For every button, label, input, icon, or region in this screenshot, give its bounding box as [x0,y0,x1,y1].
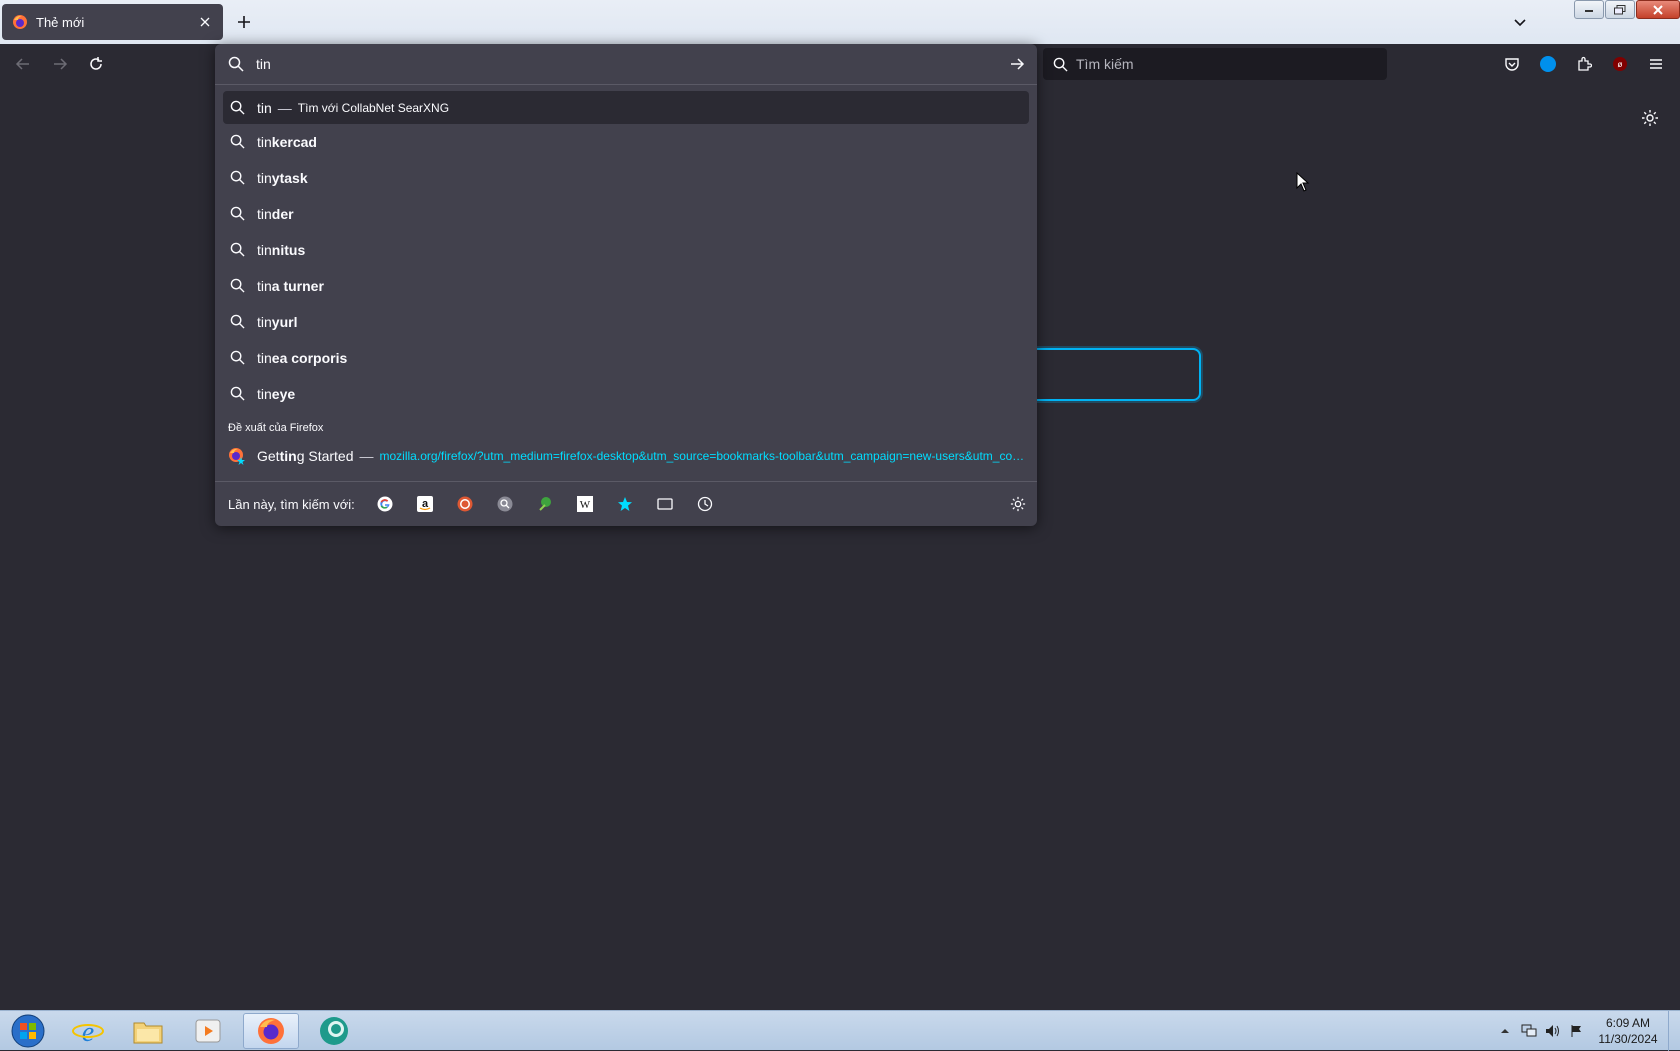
start-button[interactable] [6,1013,50,1049]
divider [215,84,1037,85]
network-icon[interactable] [1520,1022,1538,1040]
search-with-engine-row[interactable]: tin — Tìm với CollabNet SearXNG [223,91,1029,124]
system-tray [1496,1011,1592,1051]
amazon-icon[interactable]: a [413,492,437,516]
search-placeholder: Tìm kiếm [1076,56,1134,72]
search-icon [228,133,246,151]
svg-text:a: a [422,498,429,510]
suggestion-row[interactable]: tineye [223,377,1029,410]
wikipedia-icon[interactable]: W [573,492,597,516]
volume-icon[interactable] [1544,1022,1562,1040]
search-icon [228,349,246,367]
firefox-taskbar-icon[interactable] [243,1013,299,1049]
action-center-flag-icon[interactable] [1568,1022,1586,1040]
close-window-button[interactable] [1636,0,1680,19]
show-desktop-button[interactable] [1668,1011,1680,1051]
account-icon[interactable] [1534,50,1562,78]
search-icon [228,241,246,259]
firefox-suggest-label: Đề xuất của Firefox [228,422,324,434]
suggestion-row[interactable]: tinnitus [223,233,1029,266]
suggestion-text: tinder [257,205,294,222]
history-icon[interactable] [693,492,717,516]
forward-button[interactable] [46,50,74,78]
go-arrow-icon[interactable] [1003,50,1031,78]
tabs-icon[interactable] [653,492,677,516]
tab-title: Thẻ mới [36,14,85,30]
suggest-url: mozilla.org/firefox/?utm_medium=firefox-… [379,448,1029,463]
taskbar: e 6:09 AM 11/30/2024 [0,1010,1680,1051]
file-explorer-icon[interactable] [120,1013,176,1049]
one-off-label: Lần này, tìm kiếm với: [228,496,355,512]
duckduckgo-icon[interactable] [453,492,477,516]
search-icon [228,205,246,223]
suggestion-row[interactable]: tinytask [223,161,1029,194]
suggest-dash: — [359,447,374,464]
search-icon [228,313,246,331]
bookmarks-icon[interactable] [613,492,637,516]
firefox-icon [228,447,246,465]
internet-explorer-icon[interactable]: e [60,1013,116,1049]
clock[interactable]: 6:09 AM 11/30/2024 [1592,1015,1664,1047]
mouse-cursor-icon [1296,172,1310,192]
hamburger-menu-icon[interactable] [1642,50,1670,78]
url-input[interactable]: tin [215,44,1037,84]
searxng-icon[interactable] [493,492,517,516]
suggestion-text: tina turner [257,277,324,294]
url-input-value: tin [256,56,271,72]
suggestion-row[interactable]: tinkercad [223,125,1029,158]
suggestion-text: tineye [257,385,296,402]
page-settings-icon[interactable] [1636,104,1664,132]
search-icon [228,277,246,295]
search-bar[interactable]: Tìm kiếm [1043,48,1387,80]
tab-new-tab[interactable]: Thẻ mới [2,4,223,40]
url-bar-dropdown: tin tin — Tìm với CollabNet SearXNG tink… [215,44,1037,526]
ublock-icon[interactable]: ø [1606,50,1634,78]
suggestion-row[interactable]: tinder [223,197,1029,230]
new-tab-button[interactable] [230,8,258,36]
suggestion-row[interactable]: tina turner [223,269,1029,302]
extensions-icon[interactable] [1570,50,1598,78]
svg-text:e: e [82,1017,94,1047]
window-controls [1573,0,1680,20]
suggestion-text: tinkercad [257,133,317,150]
suggestion-row[interactable]: tinea corporis [223,341,1029,374]
minimize-button[interactable] [1574,0,1604,19]
pocket-icon[interactable] [1498,50,1526,78]
result-dash: — [277,99,292,116]
search-icon [1053,57,1068,72]
chat-app-icon[interactable] [306,1013,362,1049]
clock-time: 6:09 AM [1605,1016,1651,1030]
restore-button[interactable] [1605,0,1635,19]
suggestion-text: tinyurl [257,313,298,330]
result-query: tin [257,99,272,116]
suggestion-text: tinytask [257,169,308,186]
one-off-search-bar: Lần này, tìm kiếm với: a W [215,481,1037,526]
result-action: Tìm với CollabNet SearXNG [297,100,450,115]
suggestion-row[interactable]: tinyurl [223,305,1029,338]
page-search-field[interactable] [1025,348,1201,401]
close-tab-icon[interactable] [191,8,219,36]
chevron-down-icon[interactable] [1506,8,1534,36]
google-icon[interactable] [373,492,397,516]
search-icon [228,99,246,117]
back-button[interactable] [9,50,37,78]
search-settings-icon[interactable] [1005,491,1031,517]
search-icon [228,169,246,187]
title-bar: Thẻ mới [0,0,1680,44]
clock-date: 11/30/2024 [1598,1032,1658,1046]
search-icon [228,385,246,403]
firefox-icon [12,14,28,30]
firefox-suggest-row[interactable]: Getting Started — mozilla.org/firefox/?u… [223,439,1029,472]
ecosia-icon[interactable] [533,492,557,516]
media-player-icon[interactable] [180,1013,236,1049]
reload-button[interactable] [82,50,110,78]
suggestion-text: tinea corporis [257,349,348,366]
search-icon [228,56,244,72]
svg-text:ø: ø [1618,60,1623,69]
chevron-up-icon[interactable] [1496,1022,1514,1040]
suggestion-text: tinnitus [257,241,306,258]
suggest-title: Getting Started [257,447,354,464]
svg-text:W: W [580,499,591,511]
